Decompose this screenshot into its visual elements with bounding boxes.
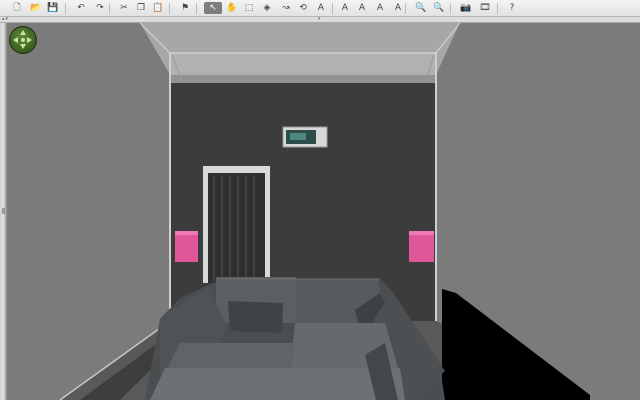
italic-text-icon[interactable]: A: [391, 2, 405, 14]
right-speaker-top: [409, 231, 434, 235]
open-folder-icon[interactable]: 📂: [29, 2, 43, 14]
cut-icon[interactable]: ✂: [117, 2, 131, 14]
zoom-in-icon[interactable]: 🔍: [414, 2, 428, 14]
nav-up-arrow-icon[interactable]: [20, 30, 26, 35]
toolbar-separator: [169, 3, 170, 14]
help-icon[interactable]: ?: [505, 2, 519, 14]
navigation-arrows-widget[interactable]: [9, 26, 37, 54]
3d-view[interactable]: [0, 23, 640, 400]
door-opening: [208, 173, 265, 283]
decrease-text-size-icon[interactable]: A: [355, 2, 369, 14]
left-speaker-top: [175, 231, 198, 235]
paste-icon[interactable]: 📋: [151, 2, 165, 14]
nav-right-arrow-icon[interactable]: [27, 37, 32, 43]
create-polylines-icon[interactable]: ↝: [279, 2, 293, 14]
new-file-icon[interactable]: 🗋: [10, 2, 24, 14]
tv-image: [290, 133, 306, 140]
redo-icon[interactable]: ↷: [93, 2, 107, 14]
undo-icon[interactable]: ↶: [74, 2, 88, 14]
add-furniture-icon[interactable]: ⚑: [178, 2, 192, 14]
ceiling-band: [170, 53, 436, 83]
zoom-out-icon[interactable]: 🔍: [432, 2, 446, 14]
panel-pin-icons[interactable]: ▴▾: [2, 16, 9, 22]
copy-icon[interactable]: ❐: [134, 2, 148, 14]
toolbar-separator: [405, 3, 406, 14]
toolbar-separator: [332, 3, 333, 14]
nav-center-icon: [21, 38, 25, 42]
right-speaker[interactable]: [409, 231, 434, 262]
nav-down-arrow-icon[interactable]: [20, 44, 26, 49]
create-walls-icon[interactable]: ⬚: [242, 2, 256, 14]
toolbar-separator: [65, 3, 66, 14]
create-video-icon[interactable]: 🎞: [478, 2, 492, 14]
toolbar-separator: [109, 3, 110, 14]
increase-text-size-icon[interactable]: A: [338, 2, 352, 14]
create-photo-icon[interactable]: 📷: [459, 2, 473, 14]
add-text-icon[interactable]: A: [314, 2, 328, 14]
nav-left-arrow-icon[interactable]: [13, 37, 18, 43]
splitter-grip-icon[interactable]: ▾: [318, 17, 322, 22]
save-icon[interactable]: 💾: [46, 2, 60, 14]
select-mode-icon[interactable]: ↖: [204, 2, 222, 14]
pan-mode-icon[interactable]: ✋: [225, 2, 239, 14]
left-speaker[interactable]: [175, 231, 198, 262]
toolbar-separator: [497, 3, 498, 14]
toolbar-separator: [450, 3, 451, 14]
create-dimensions-icon[interactable]: ⟲: [296, 2, 310, 14]
bold-text-icon[interactable]: A: [373, 2, 387, 14]
create-rooms-icon[interactable]: ◈: [260, 2, 274, 14]
main-toolbar: 🗋 📂 💾 ↶ ↷ ✂ ❐ 📋 ⚑ ↖ ✋ ⬚ ◈ ↝ ⟲ A A A A A 🔍 🔍 📷 🎞?: [0, 0, 640, 17]
toolbar-separator: [196, 3, 197, 14]
left-splitter[interactable]: [0, 23, 8, 400]
